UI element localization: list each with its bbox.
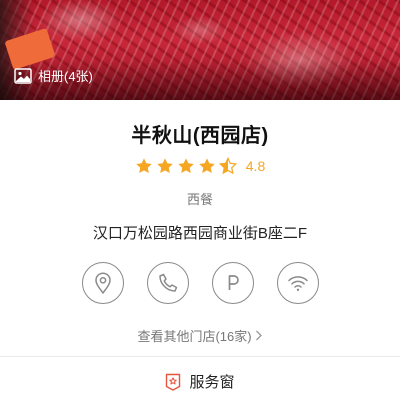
service-window-label: 服务窗 bbox=[189, 374, 235, 391]
parking-icon bbox=[228, 275, 239, 290]
location-pin-icon bbox=[94, 272, 111, 294]
phone-icon bbox=[158, 273, 177, 292]
section-divider bbox=[0, 356, 400, 357]
service-window-button[interactable]: 服务窗 bbox=[0, 371, 400, 392]
rating-row: 4.8 bbox=[0, 157, 400, 175]
action-buttons bbox=[0, 262, 400, 304]
other-stores-link[interactable]: 查看其他门店(16家) bbox=[0, 326, 400, 345]
star-half-icon bbox=[218, 157, 237, 175]
star-full-icon bbox=[136, 158, 152, 174]
photo-album-link[interactable]: 相册(4张) bbox=[14, 66, 93, 85]
shop-category: 西餐 bbox=[186, 192, 213, 207]
wifi-button[interactable] bbox=[276, 262, 319, 304]
location-button[interactable] bbox=[81, 262, 124, 304]
photo-album-label: 相册(4张) bbox=[38, 69, 93, 84]
service-window-icon bbox=[166, 373, 181, 391]
photo-album-icon bbox=[14, 67, 32, 84]
wifi-icon bbox=[287, 276, 308, 291]
call-button[interactable] bbox=[146, 262, 189, 304]
shop-name: 半秋山(西园店) bbox=[131, 125, 269, 147]
star-full-icon bbox=[157, 158, 173, 174]
shop-address: 汉口万松园路西园商业街B座二F bbox=[92, 225, 308, 242]
star-full-icon bbox=[178, 158, 194, 174]
shop-info-card: 半秋山(西园店) 4.8 西餐 汉口万松园路西园商业街B座二F 查看其他门店(1… bbox=[0, 100, 400, 400]
star-full-icon bbox=[199, 158, 215, 174]
chevron-right-icon bbox=[255, 330, 262, 341]
parking-button[interactable] bbox=[211, 262, 254, 304]
other-stores-label: 查看其他门店(16家) bbox=[137, 329, 252, 344]
shop-hero-photo[interactable]: 相册(4张) bbox=[0, 0, 400, 100]
rating-value: 4.8 bbox=[245, 158, 266, 174]
